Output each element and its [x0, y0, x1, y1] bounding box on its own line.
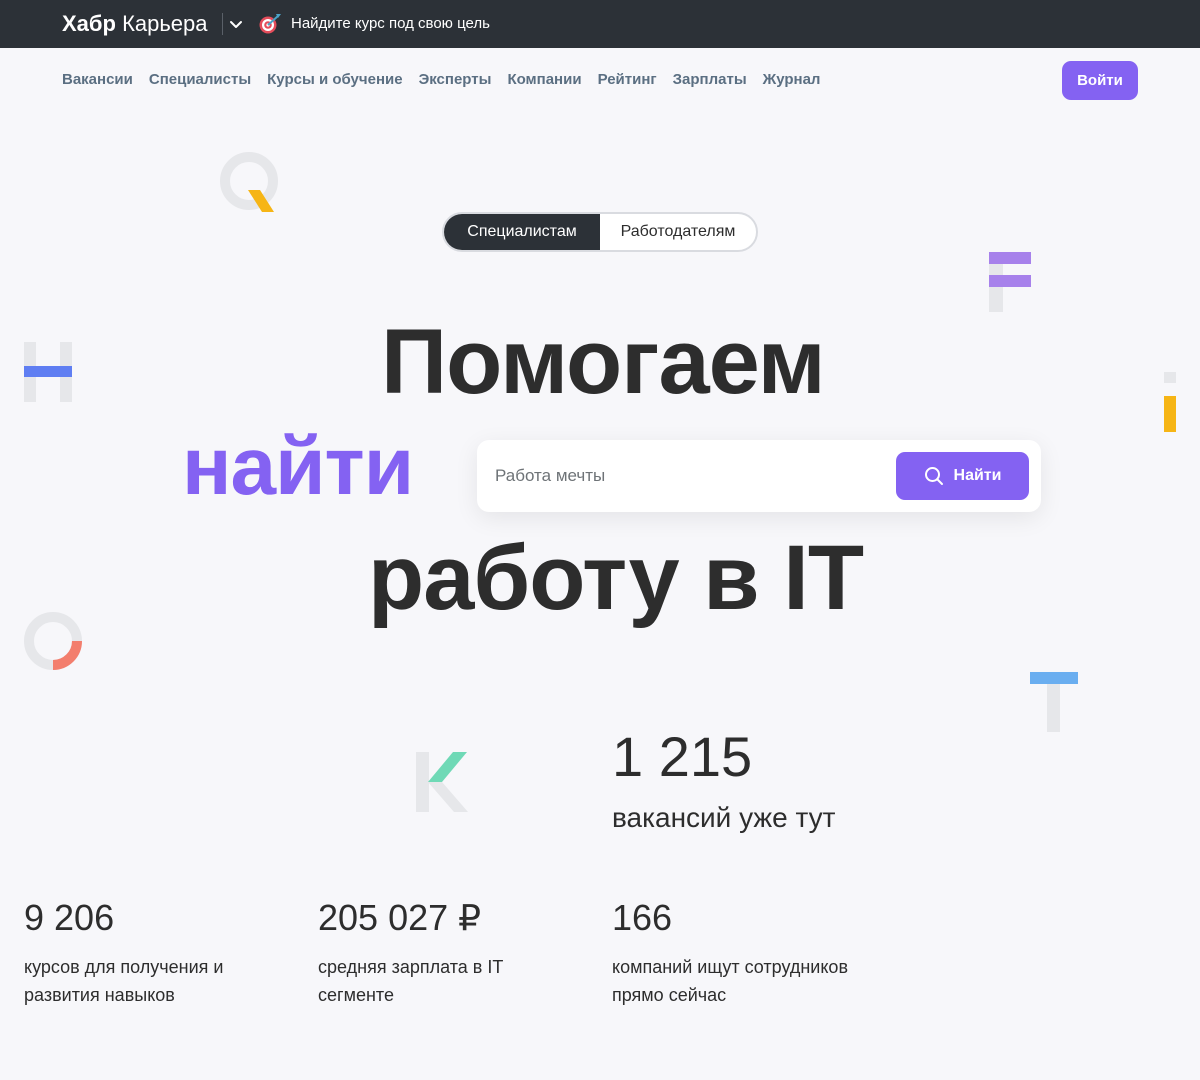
stat-vacancies-label: вакансий уже тут: [612, 802, 836, 833]
stat-companies-value: 166: [612, 897, 673, 938]
decorative-letter-f-icon: [989, 252, 1031, 312]
hero-title-line-1: Помогаем: [381, 311, 826, 413]
top-bar: Хабр Карьера Найдите курс под свою цель: [0, 0, 1200, 48]
nav-item-specialists[interactable]: Специалисты: [149, 71, 251, 88]
brand-name-bold: Хабр: [62, 11, 116, 36]
decorative-letter-h-icon: [24, 342, 72, 402]
brand-name-regular: Карьера: [122, 11, 208, 36]
nav-item-salaries[interactable]: Зарплаты: [673, 71, 747, 88]
tab-employers[interactable]: Работодателям: [600, 214, 756, 250]
decorative-letter-o-icon: [24, 612, 82, 670]
job-search-box: Найти: [477, 440, 1041, 512]
login-button[interactable]: Войти: [1062, 61, 1138, 100]
search-button-label: Найти: [953, 467, 1002, 484]
brand-divider: [222, 13, 223, 35]
nav-item-rating[interactable]: Рейтинг: [598, 71, 657, 88]
nav-item-companies[interactable]: Компании: [507, 71, 581, 88]
decorative-letter-t-icon: [1030, 672, 1078, 732]
decorative-letter-q-icon: [220, 152, 278, 212]
stat-companies-label: компаний ищут сотрудников прямо сейчас: [612, 957, 849, 1005]
hero-title-line-3: работу в IT: [368, 527, 864, 629]
stat-salary-label: средняя зарплата в IT сегменте: [318, 957, 503, 1005]
job-search-input[interactable]: [495, 458, 875, 494]
target-icon: [258, 13, 282, 35]
audience-toggle: Специалистам Работодателям: [442, 212, 758, 252]
chevron-down-icon[interactable]: [228, 14, 244, 34]
course-promo-link[interactable]: Найдите курс под свою цель: [291, 15, 490, 32]
nav-item-experts[interactable]: Эксперты: [419, 71, 492, 88]
hero-title-line-2: найти: [182, 421, 414, 512]
stat-courses-label: курсов для получения и развития навыков: [24, 957, 224, 1005]
search-button[interactable]: Найти: [896, 452, 1029, 500]
decorative-letter-i-icon: [1164, 372, 1176, 432]
tab-specialists[interactable]: Специалистам: [444, 214, 600, 250]
search-icon: [924, 467, 943, 485]
stat-courses-value: 9 206: [24, 897, 115, 938]
nav-item-vacancies[interactable]: Вакансии: [62, 71, 133, 88]
decorative-letter-k-icon: [416, 752, 468, 812]
main-nav: Вакансии Специалисты Курсы и обучение Эк…: [62, 71, 820, 88]
stat-salary-value: 205 027 ₽: [318, 897, 482, 938]
nav-item-courses[interactable]: Курсы и обучение: [267, 71, 402, 88]
stat-vacancies-value: 1 215: [612, 725, 753, 788]
brand-logo[interactable]: Хабр Карьера: [62, 11, 208, 37]
nav-item-journal[interactable]: Журнал: [763, 71, 821, 88]
